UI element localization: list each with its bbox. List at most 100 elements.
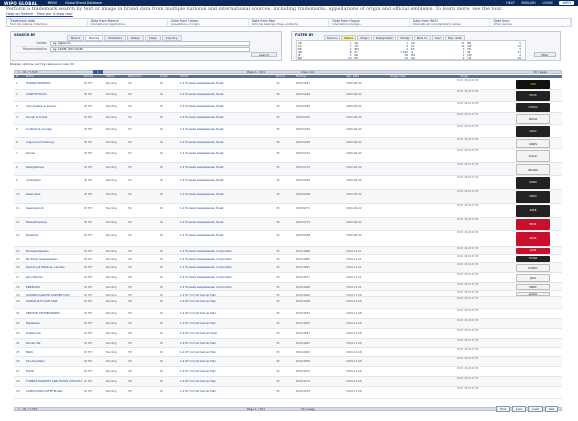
representative-input[interactable] — [50, 47, 250, 52]
column-header-relevance[interactable]: Relevance — [126, 75, 158, 78]
row-brand[interactable]: ERIDEADO — [24, 283, 82, 290]
pager-prev-button[interactable]: prev — [511, 406, 527, 412]
table-row[interactable]: 23 Daksirouan ID TM Pending 58 ID 1,2 P.T Comn… — [14, 329, 562, 339]
pager-next-button[interactable]: next — [528, 406, 543, 412]
column-header-imageclass[interactable]: Image class — [388, 75, 458, 78]
holder-input[interactable] — [50, 41, 250, 46]
brand-image-thumbnail[interactable]: TUHAN — [516, 256, 550, 262]
row-brand[interactable]: Rumah Jeli Makanan Lambas — [24, 263, 82, 272]
column-header-source[interactable]: Source — [82, 75, 104, 78]
row-holder[interactable]: 1,2 P.T Comnit Kuliner Plaz — [178, 367, 274, 376]
table-row[interactable]: 18 ERIDEADO ID TM Pending 58 ID 1,2 Tunwala Ga… — [14, 283, 562, 291]
help-link[interactable]: HELP — [506, 1, 514, 5]
column-header-index[interactable]: # — [14, 75, 24, 78]
database-source-3[interactable]: Data from 6ter Armorial bearings, flags, … — [249, 19, 330, 26]
row-holder[interactable]: 1,2 P.T Comnit Kuliner Plaz — [178, 377, 274, 386]
row-holder[interactable]: 1,2 P.T Comnit Kuliner Plaz — [178, 309, 274, 318]
row-holder[interactable]: 1,2 P.T Comnit Kuliner Plaz — [178, 357, 274, 366]
footer-per-page[interactable]: 30 / page — [301, 407, 315, 411]
table-row[interactable]: 28 TUMBAS MARKETS AND FOODS CHOCOLATE ID T… — [14, 377, 562, 387]
table-row[interactable]: 14 Be Gaspatawaan ID TM Pending 58 ID 1,2 Tunw… — [14, 247, 562, 255]
row-brand[interactable]: BIJAK — [24, 348, 82, 356]
column-header-image[interactable]: Image — [458, 75, 562, 78]
row-brand[interactable]: Sewuntara — [24, 190, 82, 203]
brand-image-thumbnail[interactable]: RUMAH — [516, 264, 550, 272]
row-brand[interactable]: Chocolaterie & Kuliner — [24, 102, 82, 112]
row-holder[interactable]: 1,2 Tunwala Gaspatawaan Pusat — [178, 138, 274, 148]
brand-image-thumbnail[interactable]: AHM — [516, 80, 550, 89]
database-source-4[interactable]: Data from Hague International designs — [329, 19, 410, 26]
row-holder[interactable]: 1,2 Tunwala Gaspatawaan Corporation — [178, 263, 274, 272]
database-source-5[interactable]: Data from WHO International nonproprietar… — [410, 19, 491, 26]
row-brand[interactable]: CAPPUCCINO CAFFÉ PLAZA — [24, 387, 82, 398]
brand-image-thumbnail[interactable]: SWLB — [516, 205, 550, 217]
row-holder[interactable]: 1,2 Tunwala Gaspatawaan Corporation — [178, 247, 274, 254]
row-brand[interactable]: KAUSI — [24, 367, 82, 376]
brand-image-thumbnail[interactable]: NAUB — [516, 232, 550, 246]
brand-image-thumbnail[interactable]: Kuliner — [516, 150, 550, 162]
row-brand[interactable]: TUMBAS MARKETS AND FOODS CHOCOLATE — [24, 377, 82, 386]
brand-image-thumbnail[interactable]: PELANG — [516, 164, 550, 175]
column-header-brand[interactable]: Brand — [24, 75, 82, 78]
table-row[interactable]: 5 Goldbert & Goudgs ID TM Pending 59 ID 1,2 Tu… — [14, 125, 562, 138]
row-holder[interactable]: 1,2 Tunwala Gaspatawaan Pusat — [178, 149, 274, 162]
row-brand[interactable]: Be Tuhan Gaspatawaan — [24, 255, 82, 262]
row-holder[interactable]: 1,2 Tunwala Gaspatawaan Pusat — [178, 163, 274, 175]
table-row[interactable]: 20 ZAMAN ALIF LOVE KOPI ID TM Pending 58 ID 1,… — [14, 297, 562, 309]
row-brand[interactable]: Be Gaspatawaan — [24, 247, 82, 254]
row-holder[interactable]: 1,2 P.T Comnit Kuliner Kolar — [178, 329, 274, 338]
brand-image-thumbnail[interactable]: GASP — [516, 248, 550, 254]
table-row[interactable]: 15 Be Tuhan Gaspatawaan ID TM Pending 58 ID 1,… — [14, 255, 562, 263]
row-brand[interactable]: Naubtam — [24, 231, 82, 246]
row-holder[interactable]: 1,2 Tunwala Gaspatawaan Pusat — [178, 218, 274, 230]
column-header-number[interactable]: Number — [294, 75, 344, 78]
intro-links[interactable]: Help on Search · Take our 4-step tour — [6, 12, 73, 16]
brand-image-thumbnail[interactable]: GOLD — [516, 126, 550, 137]
row-holder[interactable]: 1,2 Tunwala Gaspatawaan Corporation — [178, 273, 274, 282]
table-row[interactable]: 22 Bakabaksi ID TM Pending 58 ID 1,2 P.T Comni… — [14, 319, 562, 329]
row-holder[interactable]: 1,2 Tunwala Gaspatawaan Pusat — [178, 125, 274, 137]
row-brand[interactable]: Sinomaratalia — [24, 357, 82, 366]
row-brand[interactable]: Lenkapitan — [24, 176, 82, 189]
table-row[interactable]: 10 Sewuntara ID TM Pending 59 ID 1,2 Tunwala G… — [14, 190, 562, 204]
row-brand[interactable]: Sewolanbunt — [24, 204, 82, 217]
table-row[interactable]: 4 Kuliner & Kodak ID TM Pending 59 ID 1,2 Tunw… — [14, 113, 562, 125]
row-brand[interactable]: Angel Gourd Sisburg — [24, 138, 82, 148]
brand-image-thumbnail[interactable]: PICAS — [516, 91, 550, 101]
row-brand[interactable]: Kuliner — [24, 149, 82, 162]
row-brand[interactable]: Bakabaksi — [24, 319, 82, 328]
row-brand[interactable]: Jaliu Mantak — [24, 273, 82, 282]
brand-image-thumbnail[interactable]: ANGEL — [516, 139, 550, 148]
row-holder[interactable]: 1,2 P.T Comnit Kuliner Plaz — [178, 291, 274, 296]
table-row[interactable]: 7 Kuliner ID TM Pending 59 ID 1,2 Tunwala Gasp… — [14, 149, 562, 163]
pager-first-button[interactable]: first — [496, 406, 510, 412]
row-holder[interactable]: 1,2 Tunwala Gaspatawaan Pusat — [178, 176, 274, 189]
table-row[interactable]: 17 Jaliu Mantak ID TM Pending 58 ID 1,2 Tunwal… — [14, 273, 562, 283]
table-row[interactable]: 3 Chocolaterie & Kuliner ID TM Pending 59 ID 1… — [14, 102, 562, 113]
row-brand[interactable]: Bhakjalimpenja — [24, 218, 82, 230]
filter-item[interactable]: PH 24 — [355, 56, 412, 60]
table-row[interactable]: 29 CAPPUCCINO CAFFÉ PLAZA ID TM Pending 58 ID… — [14, 387, 562, 399]
per-page-selector[interactable]: 30 / page — [533, 70, 547, 74]
filter-item[interactable]: SG 4 — [411, 56, 468, 60]
row-brand[interactable]: HARIAN MAGENTA — [24, 79, 82, 89]
view-selector[interactable]: View: list — [301, 70, 314, 74]
brand-image-thumbnail[interactable]: JALIU — [516, 274, 550, 282]
row-holder[interactable]: 1,2 P.T Comnit Kuliner Plaz — [178, 348, 274, 356]
brand-image-thumbnail[interactable]: ERIDE — [516, 284, 550, 290]
table-row[interactable]: 9 Lenkapitan ID TM Pending 59 ID 1,2 Tunwala G… — [14, 176, 562, 190]
filter-button[interactable]: filter — [534, 52, 556, 57]
table-row[interactable]: 6 Angel Gourd Sisburg ID TM Pending 59 ID 1,2 … — [14, 138, 562, 149]
row-brand[interactable]: Pendar Pet — [24, 339, 82, 347]
row-holder[interactable]: 1,2 Tunwala Gaspatawaan Pusat — [178, 231, 274, 246]
database-source-2[interactable]: Data from Lisbon Appellations of origin — [168, 19, 249, 26]
table-row[interactable]: 27 KAUSI ID TM Pending 58 ID 1,2 P.T Comnit Ku… — [14, 367, 562, 377]
database-source-6[interactable]: Data from other sources — [490, 19, 572, 26]
search-button[interactable]: search — [251, 52, 277, 57]
language-selector[interactable]: ENGLISH — [521, 1, 535, 5]
brand-image-thumbnail[interactable]: garden — [516, 292, 550, 296]
row-holder[interactable]: 1,2 P.T Comnit Kuliner Plaz — [178, 339, 274, 347]
brand-image-thumbnail[interactable]: SEWU — [516, 191, 550, 203]
column-header-origin[interactable]: Origin — [158, 75, 178, 78]
row-holder[interactable]: 1,2 P.T Comnit Kuliner Plaz — [178, 387, 274, 398]
